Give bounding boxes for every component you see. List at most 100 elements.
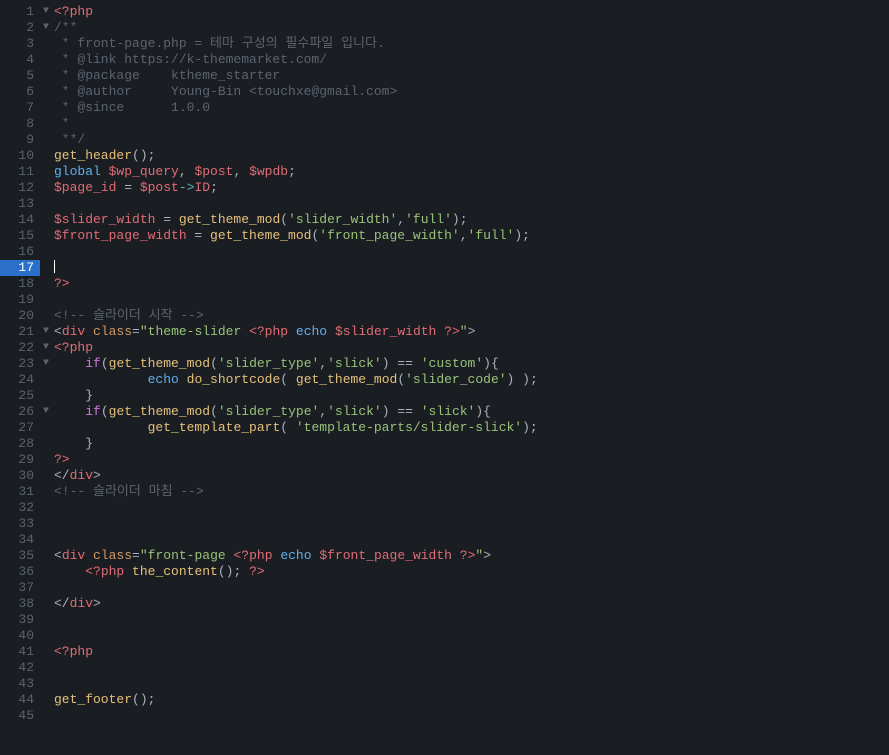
fold-marker[interactable] [40,596,52,612]
line-number[interactable]: 12 [0,180,40,196]
line-number[interactable]: 18 [0,276,40,292]
line-number[interactable]: 3 [0,36,40,52]
fold-marker[interactable] [40,388,52,404]
line-number[interactable]: 16 [0,244,40,260]
fold-marker[interactable] [40,212,52,228]
fold-marker[interactable] [40,548,52,564]
fold-marker[interactable] [40,692,52,708]
code-line[interactable]: <?php [54,4,889,20]
code-line[interactable]: get_header(); [54,148,889,164]
fold-marker[interactable] [40,292,52,308]
fold-marker[interactable] [40,468,52,484]
fold-marker[interactable] [40,628,52,644]
line-number[interactable]: 9 [0,132,40,148]
line-number[interactable]: 25 [0,388,40,404]
code-line[interactable]: } [54,388,889,404]
fold-marker[interactable] [40,676,52,692]
line-number[interactable]: 28 [0,436,40,452]
fold-marker[interactable] [40,244,52,260]
fold-marker[interactable] [40,436,52,452]
line-number[interactable]: 32 [0,500,40,516]
line-number[interactable]: 38 [0,596,40,612]
code-line[interactable]: * @link https://k-thememarket.com/ [54,52,889,68]
code-line[interactable]: if(get_theme_mod('slider_type','slick') … [54,356,889,372]
line-number[interactable]: 29 [0,452,40,468]
fold-marker[interactable]: ▼ [40,340,52,356]
fold-marker[interactable] [40,196,52,212]
fold-marker[interactable] [40,420,52,436]
code-line[interactable]: <div class="theme-slider <?php echo $sli… [54,324,889,340]
line-number[interactable]: 22 [0,340,40,356]
line-number[interactable]: 27 [0,420,40,436]
line-number[interactable]: 43 [0,676,40,692]
line-number[interactable]: 35 [0,548,40,564]
fold-marker[interactable] [40,148,52,164]
fold-marker[interactable] [40,164,52,180]
code-line[interactable]: ?> [54,452,889,468]
line-number-gutter[interactable]: 1234567891011121314151617181920212223242… [0,0,40,755]
line-number[interactable]: 23 [0,356,40,372]
code-line[interactable] [54,532,889,548]
fold-marker[interactable] [40,564,52,580]
code-line[interactable]: get_template_part( 'template-parts/slide… [54,420,889,436]
code-line[interactable] [54,676,889,692]
line-number[interactable]: 37 [0,580,40,596]
code-line[interactable] [54,708,889,724]
code-line[interactable]: </div> [54,468,889,484]
line-number[interactable]: 6 [0,84,40,100]
fold-marker[interactable] [40,52,52,68]
line-number[interactable]: 39 [0,612,40,628]
fold-marker[interactable] [40,516,52,532]
code-line[interactable] [54,612,889,628]
code-line[interactable]: <!-- 슬라이더 마침 --> [54,484,889,500]
line-number[interactable]: 4 [0,52,40,68]
fold-marker[interactable]: ▼ [40,324,52,340]
code-line[interactable]: global $wp_query, $post, $wpdb; [54,164,889,180]
code-line[interactable]: <?php the_content(); ?> [54,564,889,580]
fold-marker[interactable]: ▼ [40,404,52,420]
fold-marker[interactable] [40,276,52,292]
line-number[interactable]: 14 [0,212,40,228]
code-area[interactable]: <?php/** * front-page.php = 테마 구성의 필수파일 … [52,0,889,755]
line-number[interactable]: 5 [0,68,40,84]
line-number[interactable]: 31 [0,484,40,500]
fold-marker[interactable] [40,84,52,100]
code-line[interactable]: <div class="front-page <?php echo $front… [54,548,889,564]
fold-marker[interactable] [40,36,52,52]
line-number[interactable]: 8 [0,116,40,132]
code-line[interactable] [54,260,889,276]
line-number[interactable]: 7 [0,100,40,116]
code-line[interactable] [54,500,889,516]
line-number[interactable]: 1 [0,4,40,20]
fold-marker[interactable]: ▼ [40,356,52,372]
code-line[interactable]: $slider_width = get_theme_mod('slider_wi… [54,212,889,228]
fold-marker[interactable] [40,228,52,244]
line-number[interactable]: 19 [0,292,40,308]
code-line[interactable]: /** [54,20,889,36]
code-line[interactable]: * @author Young-Bin <touchxe@gmail.com> [54,84,889,100]
fold-marker[interactable] [40,484,52,500]
fold-marker[interactable] [40,260,52,276]
code-line[interactable]: <!-- 슬라이더 시작 --> [54,308,889,324]
code-line[interactable] [54,580,889,596]
line-number[interactable]: 11 [0,164,40,180]
line-number[interactable]: 24 [0,372,40,388]
fold-marker[interactable] [40,180,52,196]
line-number[interactable]: 21 [0,324,40,340]
code-line[interactable] [54,660,889,676]
code-line[interactable]: $page_id = $post->ID; [54,180,889,196]
line-number[interactable]: 40 [0,628,40,644]
fold-marker[interactable] [40,532,52,548]
code-line[interactable]: * @package ktheme_starter [54,68,889,84]
fold-marker[interactable]: ▼ [40,4,52,20]
line-number[interactable]: 15 [0,228,40,244]
line-number[interactable]: 20 [0,308,40,324]
line-number[interactable]: 34 [0,532,40,548]
code-line[interactable]: } [54,436,889,452]
line-number[interactable]: 30 [0,468,40,484]
fold-gutter[interactable]: ▼▼▼▼▼▼ [40,0,52,755]
line-number[interactable]: 2 [0,20,40,36]
line-number[interactable]: 44 [0,692,40,708]
code-line[interactable]: if(get_theme_mod('slider_type','slick') … [54,404,889,420]
line-number[interactable]: 33 [0,516,40,532]
